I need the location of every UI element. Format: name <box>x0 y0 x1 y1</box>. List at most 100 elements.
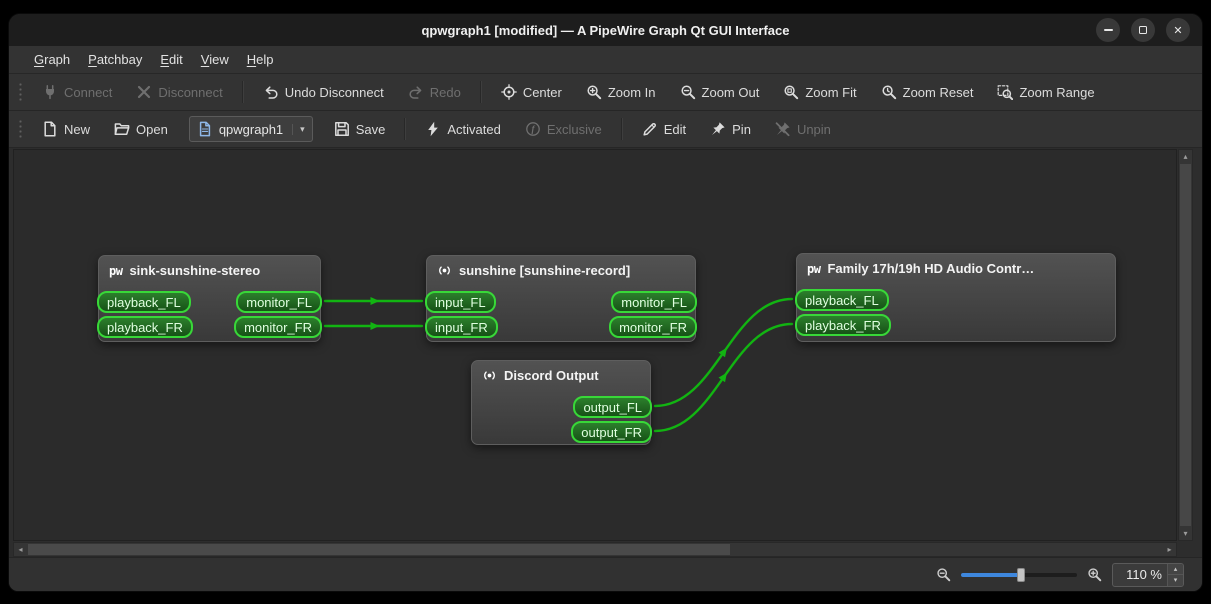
unpin-icon <box>775 121 791 137</box>
save-icon <box>334 121 350 137</box>
graph-toolbar: Connect Disconnect Undo Disconnect Redo Cent… <box>9 74 1202 111</box>
toolbar-button-label: Edit <box>663 121 687 137</box>
disconnect-button[interactable]: Disconnect <box>124 78 234 107</box>
horizontal-scrollbar-handle[interactable] <box>28 544 730 555</box>
zoom-out-icon <box>680 84 696 100</box>
scroll-right-icon[interactable]: ▸ <box>1163 543 1176 556</box>
edit-button[interactable]: Edit <box>630 115 698 144</box>
window-controls: ✕ <box>1096 18 1190 42</box>
toolbar-button-label: Save <box>355 121 386 137</box>
node-sink[interactable]: pw sink-sunshine-stereo playback_FL playbac… <box>97 255 322 342</box>
node-name: sink-sunshine-stereo <box>129 263 261 278</box>
menu-graph[interactable]: Graph <box>25 49 79 70</box>
port-monitor_FR[interactable]: monitor_FR <box>609 316 697 338</box>
maximize-icon <box>1139 26 1147 34</box>
exclusive-button[interactable]: f Exclusive <box>513 115 614 144</box>
redo-icon <box>408 84 424 100</box>
zoom-in-icon[interactable] <box>1087 567 1102 582</box>
node-title: sunshine [sunshine-record] <box>427 256 695 278</box>
vertical-scrollbar-handle[interactable] <box>1180 164 1191 526</box>
node-name: Family 17h/19h HD Audio Contr… <box>827 261 1035 276</box>
node-family[interactable]: pw Family 17h/19h HD Audio Contr… playback… <box>795 253 1116 342</box>
port-playback_FL[interactable]: playback_FL <box>795 289 889 311</box>
port-input_FR[interactable]: input_FR <box>425 316 498 338</box>
menu-view[interactable]: View <box>192 49 238 70</box>
undo-icon <box>263 84 279 100</box>
toolbar-button-label: Center <box>522 84 562 100</box>
minimize-button[interactable] <box>1096 18 1120 42</box>
exclusive-icon: f <box>525 121 541 137</box>
horizontal-scrollbar[interactable]: ◂ ▸ <box>13 542 1177 557</box>
toolbar-button-label: Disconnect <box>158 84 223 100</box>
pipewire-icon: pw <box>807 261 821 276</box>
open-button[interactable]: Open <box>102 115 180 144</box>
save-button[interactable]: Save <box>322 115 398 144</box>
zoom-range-button[interactable]: Zoom Range <box>985 78 1106 107</box>
zoom-in-button[interactable]: Zoom In <box>574 78 668 107</box>
zoom-out-button[interactable]: Zoom Out <box>668 78 772 107</box>
toolbar-grip[interactable] <box>18 82 23 102</box>
zoom-slider-handle[interactable] <box>1017 567 1026 582</box>
toolbar-button-label: Connect <box>64 84 113 100</box>
port-playback_FR[interactable]: playback_FR <box>795 314 891 336</box>
toolbar-button-label: New <box>64 121 91 137</box>
port-playback_FR[interactable]: playback_FR <box>97 316 193 338</box>
toolbar-separator <box>404 118 407 140</box>
wire-arrow-icon <box>370 297 380 305</box>
node-discord[interactable]: Discord Output output_FL output_FR <box>471 360 652 445</box>
port-monitor_FL[interactable]: monitor_FL <box>611 291 697 313</box>
vertical-scrollbar[interactable]: ▴ ▾ <box>1178 149 1193 541</box>
zoom-out-icon[interactable] <box>936 567 951 582</box>
port-input_FL[interactable]: input_FL <box>425 291 496 313</box>
monitor-icon <box>482 368 497 383</box>
new-button[interactable]: New <box>30 115 102 144</box>
close-button[interactable]: ✕ <box>1166 18 1190 42</box>
unpin-button[interactable]: Unpin <box>763 115 843 144</box>
toolbar-button-label: Zoom Reset <box>902 84 974 100</box>
zoom-slider[interactable] <box>961 567 1077 583</box>
zoom-spinbox[interactable]: 110 % ▴ ▾ <box>1112 562 1184 587</box>
pin-button[interactable]: Pin <box>698 115 763 144</box>
new-icon <box>42 121 58 137</box>
spin-buttons: ▴ ▾ <box>1167 563 1183 586</box>
menu-help[interactable]: Help <box>238 49 283 70</box>
node-title: Discord Output <box>472 361 650 383</box>
toolbar-button-label: Zoom Fit <box>805 84 857 100</box>
app-window: qpwgraph1 [modified] — A PipeWire Graph … <box>9 14 1202 591</box>
maximize-button[interactable] <box>1131 18 1155 42</box>
connect-button[interactable]: Connect <box>30 78 124 107</box>
zoom-fit-button[interactable]: Zoom Fit <box>771 78 868 107</box>
node-sunshine[interactable]: sunshine [sunshine-record] input_FL input_… <box>425 255 697 342</box>
zoom-value[interactable]: 110 % <box>1113 564 1167 586</box>
toolbar-grip[interactable] <box>18 119 23 139</box>
menu-patchbay[interactable]: Patchbay <box>79 49 151 70</box>
connect-icon <box>42 84 58 100</box>
port-output_FL[interactable]: output_FL <box>573 396 652 418</box>
undo-disconnect-button[interactable]: Undo Disconnect <box>251 78 396 107</box>
port-monitor_FR[interactable]: monitor_FR <box>234 316 322 338</box>
menu-edit[interactable]: Edit <box>151 49 191 70</box>
scroll-left-icon[interactable]: ◂ <box>14 543 27 556</box>
spin-up-icon[interactable]: ▴ <box>1168 563 1183 575</box>
toolbar-button-label: Unpin <box>796 121 831 137</box>
port-output_FR[interactable]: output_FR <box>571 421 652 443</box>
title-bar[interactable]: qpwgraph1 [modified] — A PipeWire Graph … <box>9 14 1202 46</box>
scroll-down-icon[interactable]: ▾ <box>1179 527 1192 540</box>
port-playback_FL[interactable]: playback_FL <box>97 291 191 313</box>
patchbay-select[interactable]: qpwgraph1 ▾ <box>188 116 313 142</box>
toolbar-button-label: Zoom In <box>607 84 656 100</box>
toolbar-button-label: Pin <box>732 121 751 137</box>
zoom-reset-button[interactable]: Zoom Reset <box>869 78 986 107</box>
spin-down-icon[interactable]: ▾ <box>1168 575 1183 586</box>
toolbar-separator <box>620 118 623 140</box>
zoom-fit-icon <box>783 84 799 100</box>
graph-view[interactable]: pw sink-sunshine-stereo playback_FL playbac… <box>13 149 1177 541</box>
edit-icon <box>642 121 658 137</box>
activated-button[interactable]: Activated <box>413 115 512 144</box>
redo-button[interactable]: Redo <box>396 78 473 107</box>
center-button[interactable]: Center <box>489 78 574 107</box>
scroll-up-icon[interactable]: ▴ <box>1179 150 1192 163</box>
toolbar-button-label: Activated <box>447 121 501 137</box>
monitor-icon <box>437 263 452 278</box>
port-monitor_FL[interactable]: monitor_FL <box>236 291 322 313</box>
